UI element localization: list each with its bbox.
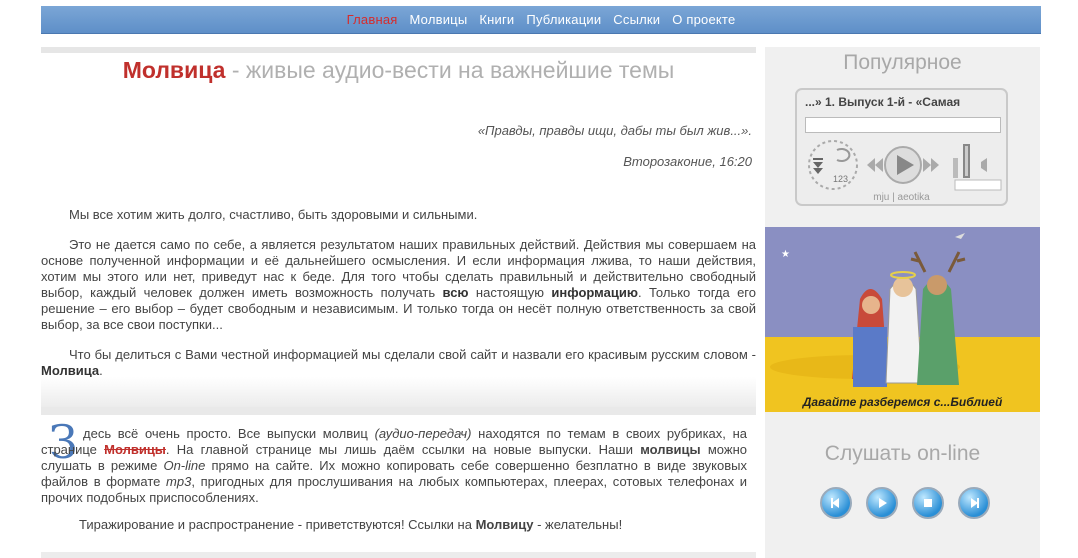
- text-span: . На главной странице мы лишь даём ссылк…: [165, 442, 641, 457]
- text-span: .: [99, 363, 103, 378]
- main-nav: Главная Молвицы Книги Публикации Ссылки …: [41, 6, 1041, 34]
- bold-word-molvitsu: Молвицу: [475, 517, 534, 532]
- prev-button[interactable]: [820, 487, 852, 519]
- nav-item-about[interactable]: О проекте: [672, 12, 735, 27]
- nav-item-books[interactable]: Книги: [479, 12, 514, 27]
- play-button[interactable]: [866, 487, 898, 519]
- next-icon: [971, 498, 979, 508]
- audio-player[interactable]: ...» 1. Выпуск 1-й - «Самая 123 mju | ae…: [795, 88, 1008, 206]
- italic-span: mp3: [166, 474, 192, 489]
- player-counter: 123: [833, 174, 849, 184]
- prev-icon: [831, 498, 839, 508]
- intro-panel: Молвица - живые аудио-вести на важнейшие…: [41, 47, 756, 392]
- popular-title: Популярное: [843, 51, 962, 74]
- italic-span: (аудио-передач): [374, 426, 472, 441]
- stop-button[interactable]: [912, 487, 944, 519]
- text-span: настоящую: [468, 285, 552, 300]
- text-span: Тиражирование и распространение - привет…: [79, 517, 476, 532]
- nav-item-links[interactable]: Ссылки: [613, 12, 660, 27]
- svg-text:★: ★: [781, 249, 790, 260]
- info-paragraph-2: Тиражирование и распространение - привет…: [79, 517, 622, 532]
- main-content: Молвица - живые аудио-вести на важнейшие…: [41, 47, 756, 558]
- nav-item-molvitsy[interactable]: Молвицы: [410, 12, 468, 27]
- info-paragraph-1: десь всё очень просто. Все выпуски молви…: [41, 426, 747, 506]
- epigraph-source: Второзаконие, 16:20: [623, 154, 752, 169]
- brand-name: Молвица: [122, 57, 226, 83]
- intro-paragraph-1: Мы все хотим жить долго, счастливо, быть…: [69, 207, 478, 222]
- player-progress-bar[interactable]: [805, 117, 1001, 133]
- sidebar: Популярное ...» 1. Выпуск 1-й - «Самая 1…: [765, 47, 1040, 558]
- next-button[interactable]: [958, 487, 990, 519]
- nav-item-home[interactable]: Главная: [347, 12, 398, 27]
- italic-span: On-line: [163, 458, 206, 473]
- player-brand: mju | aeotika: [873, 192, 930, 203]
- bible-illustration[interactable]: ★: [765, 227, 1040, 412]
- page-subtitle: - живые аудио-вести на важнейшие темы: [225, 57, 675, 83]
- bold-word-molvitsy: молвицы: [640, 442, 701, 457]
- molvitsy-page-link[interactable]: Молвицы: [104, 442, 166, 457]
- bold-word-molvitsa: Молвица: [41, 363, 100, 378]
- play-icon: [879, 498, 887, 508]
- player-track-title: ...» 1. Выпуск 1-й - «Самая: [805, 95, 961, 109]
- listen-online-title: Слушать on-line: [824, 442, 981, 465]
- panel-divider: [41, 377, 756, 407]
- illustration-caption: Давайте разберемся с...Библией: [802, 395, 1003, 409]
- stop-icon: [924, 499, 932, 507]
- nav-item-publications[interactable]: Публикации: [526, 12, 601, 27]
- text-span: Что бы делиться с Вами честной информаци…: [69, 347, 756, 362]
- bold-word-information: информацию: [551, 285, 638, 300]
- text-span: - желательны!: [533, 517, 623, 532]
- bold-word-all: всю: [442, 285, 469, 300]
- text-span: десь всё очень просто. Все выпуски молви…: [83, 426, 375, 441]
- intro-paragraph-3: Что бы делиться с Вами честной информаци…: [41, 347, 756, 379]
- page-title: Молвица - живые аудио-вести на важнейшие…: [41, 57, 756, 84]
- epigraph-quote: «Правды, правды ищи, дабы ты был жив...»…: [477, 123, 752, 138]
- online-player-controls: [820, 487, 990, 519]
- intro-paragraph-2: Это не дается само по себе, а является р…: [41, 237, 756, 333]
